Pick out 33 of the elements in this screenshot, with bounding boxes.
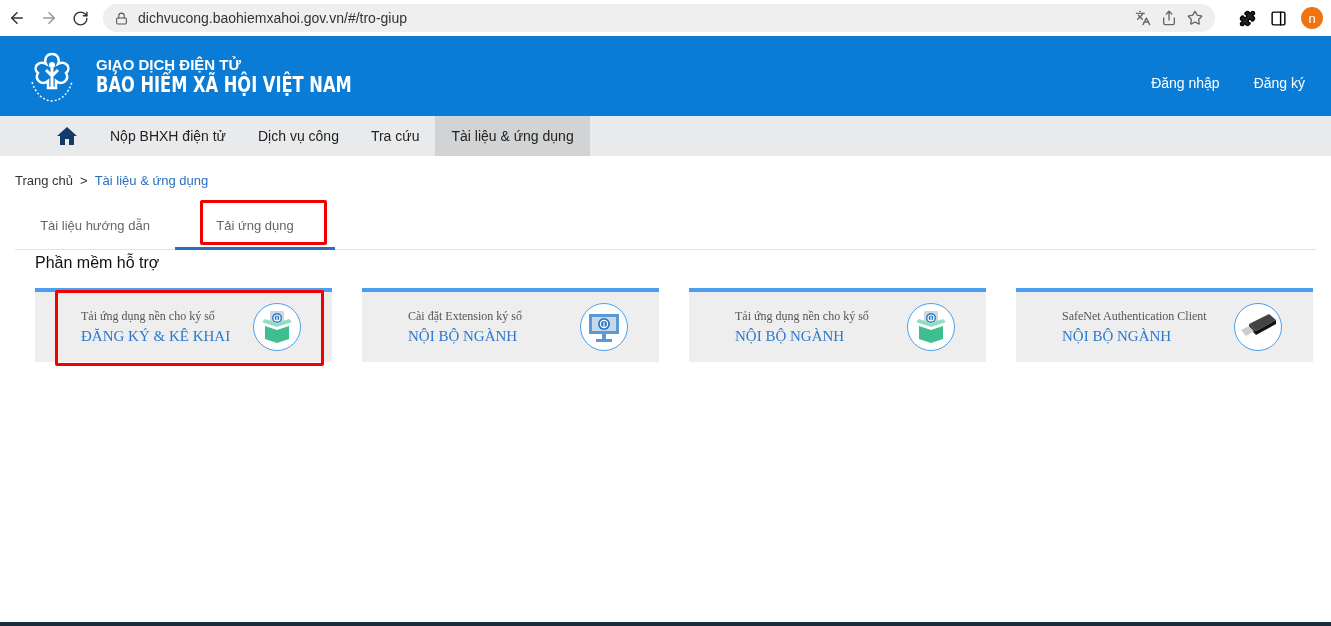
lock-icon	[115, 11, 128, 25]
translate-icon[interactable]	[1135, 10, 1151, 26]
card-caption: Tải ứng dụng nền cho ký số	[735, 309, 870, 324]
address-bar[interactable]: dichvucong.baohiemxahoi.gov.vn/#/tro-giup	[103, 4, 1215, 32]
nav-item[interactable]: Tra cứu	[354, 116, 436, 156]
header-link[interactable]: Đăng ký	[1253, 75, 1305, 91]
extensions-icon[interactable]	[1239, 9, 1256, 27]
share-icon[interactable]	[1161, 10, 1177, 26]
side-panel-icon[interactable]	[1270, 9, 1287, 27]
nav-item[interactable]: Tài liệu & ứng dụng	[435, 116, 590, 156]
reload-button[interactable]	[72, 9, 89, 27]
card-title: NỘI BỘ NGÀNH	[735, 328, 846, 345]
card-title: NỘI BỘ NGÀNH	[408, 328, 519, 345]
back-button[interactable]	[8, 9, 26, 27]
tab[interactable]: Tài liệu hướng dẫn	[15, 204, 175, 250]
nav-item[interactable]: Nộp BHXH điện tử	[94, 116, 242, 156]
card-title: ĐĂNG KÝ & KÊ KHAI	[81, 328, 232, 345]
card-caption: Tải ứng dụng nền cho ký số	[81, 309, 216, 324]
breadcrumb-separator: >	[80, 173, 88, 188]
card-title: NỘI BỘ NGÀNH	[1062, 328, 1173, 345]
nav-item[interactable]: Dịch vụ công	[242, 116, 355, 156]
section-title: Phần mềm hỗ trợ	[35, 254, 161, 272]
breadcrumb-link[interactable]: Tài liệu & ứng dụng	[94, 173, 209, 188]
card-caption: SafeNet Authentication Client	[1062, 309, 1208, 324]
card-caption: Cài đặt Extension ký số	[408, 309, 523, 324]
download-card[interactable]: Tải ứng dụng nền cho ký số NỘI BỘ NGÀNH	[689, 288, 986, 362]
home-icon	[56, 126, 78, 146]
star-icon[interactable]	[1187, 10, 1203, 26]
header-link[interactable]: Đăng nhập	[1151, 75, 1220, 91]
download-card[interactable]: Cài đặt Extension ký số NỘI BỘ NGÀNH	[362, 288, 659, 362]
forward-button[interactable]	[40, 9, 58, 27]
breadcrumb-link[interactable]: Trang chủ	[15, 173, 74, 188]
download-card[interactable]: SafeNet Authentication Client NỘI BỘ NGÀNH	[1016, 288, 1313, 362]
